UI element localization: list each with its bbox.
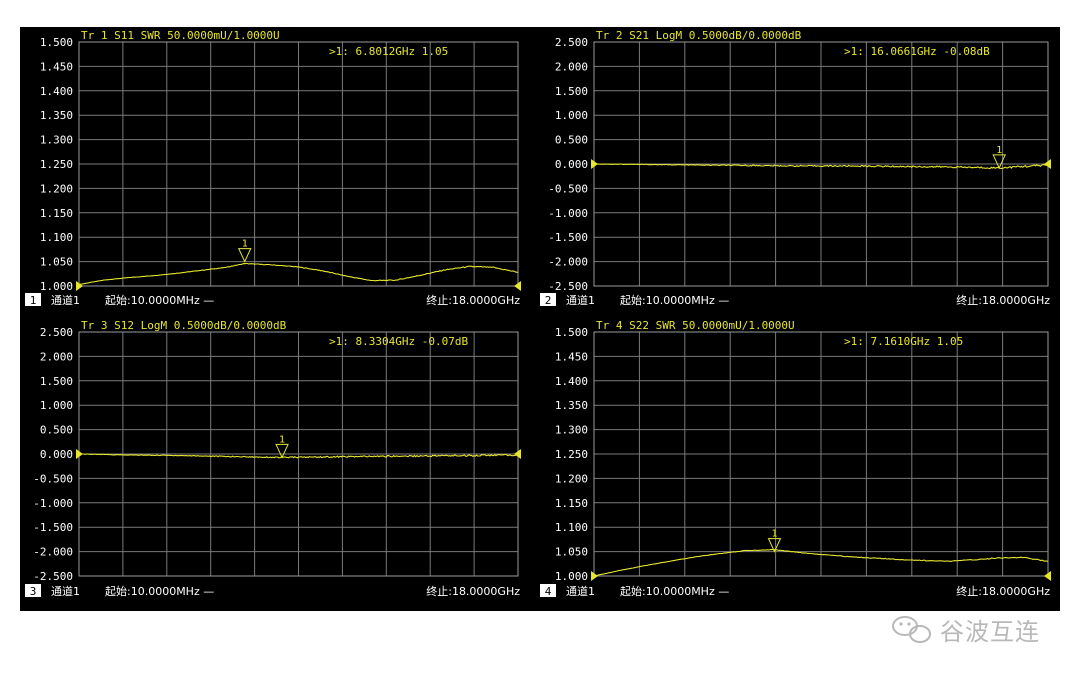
y-tick-label: 2.500 bbox=[40, 326, 73, 339]
y-tick-label: 2.500 bbox=[555, 36, 588, 49]
marker-triangle bbox=[237, 248, 252, 263]
y-tick-label: -2.000 bbox=[33, 546, 73, 559]
marker-label: 1 bbox=[279, 434, 285, 445]
y-tick-label: -1.500 bbox=[548, 231, 588, 244]
y-tick-label: 2.000 bbox=[40, 350, 73, 363]
stop-frequency: 终止:18.0000GHz bbox=[956, 293, 1050, 307]
y-tick-label: 1.100 bbox=[555, 521, 588, 534]
marker-label: 1 bbox=[996, 145, 1002, 156]
y-tick-label: 1.050 bbox=[40, 256, 73, 269]
y-tick-label: 1.250 bbox=[555, 448, 588, 461]
watermark-text: 谷波互连 bbox=[940, 618, 1040, 646]
channel-label: 通道1 bbox=[51, 293, 80, 307]
trace-title: Tr 3 S12 LogM 0.5000dB/0.0000dB bbox=[81, 319, 287, 332]
y-tick-label: 1.500 bbox=[40, 375, 73, 388]
marker-readout: >1: 8.3304GHz -0.07dB bbox=[329, 335, 468, 348]
marker-label: 1 bbox=[242, 239, 248, 250]
panel-number: 2 bbox=[545, 294, 552, 307]
y-tick-label: -1.000 bbox=[33, 497, 73, 510]
y-tick-label: 1.150 bbox=[40, 207, 73, 220]
channel-label: 通道1 bbox=[566, 293, 595, 307]
y-tick-label: 1.000 bbox=[555, 109, 588, 122]
stop-frequency: 终止:18.0000GHz bbox=[426, 584, 520, 598]
y-tick-label: -1.000 bbox=[548, 207, 588, 220]
four-panel-plot: 1.500 1.450 1.400 1.350 1.300 1.250 1.200 1.150… bbox=[25, 29, 1051, 598]
y-tick-label: 1.150 bbox=[555, 497, 588, 510]
y-tick-label: 1.400 bbox=[555, 375, 588, 388]
panel-number: 1 bbox=[30, 294, 37, 307]
y-tick-label: 1.300 bbox=[555, 424, 588, 437]
y-tick-label: -0.500 bbox=[33, 472, 73, 485]
y-tick-label: 1.200 bbox=[40, 182, 73, 195]
y-tick-label: 1.500 bbox=[555, 85, 588, 98]
y-tick-label: 1.250 bbox=[40, 158, 73, 171]
marker-triangle bbox=[992, 154, 1006, 170]
y-tick-label: 0.000 bbox=[555, 158, 588, 171]
y-tick-label: 1.450 bbox=[555, 350, 588, 363]
analyzer-screen: 1.500 1.450 1.400 1.350 1.300 1.250 1.200 1.150… bbox=[20, 27, 1060, 611]
marker-readout: >1: 7.1610GHz 1.05 bbox=[844, 335, 963, 348]
trace-title: Tr 4 S22 SWR 50.0000mU/1.0000U bbox=[596, 319, 795, 332]
y-tick-label: -2.500 bbox=[548, 280, 588, 293]
y-tick-label: 0.500 bbox=[555, 134, 588, 147]
stop-frequency: 终止:18.0000GHz bbox=[956, 584, 1050, 598]
y-tick-label: 1.100 bbox=[40, 231, 73, 244]
y-tick-label: 1.450 bbox=[40, 60, 73, 73]
y-tick-label: 1.300 bbox=[40, 134, 73, 147]
y-tick-label: -0.500 bbox=[548, 182, 588, 195]
y-tick-label: 1.050 bbox=[555, 546, 588, 559]
panel-number: 4 bbox=[545, 585, 552, 598]
start-frequency: 起始:10.0000MHz — bbox=[620, 584, 729, 598]
trace-title: Tr 2 S21 LogM 0.5000dB/0.0000dB bbox=[596, 29, 802, 42]
marker-label: 1 bbox=[771, 529, 777, 540]
marker-readout: >1: 16.0661GHz -0.08dB bbox=[844, 45, 990, 58]
y-tick-label: 1.000 bbox=[40, 280, 73, 293]
y-tick-label: 1.350 bbox=[555, 399, 588, 412]
marker-readout: >1: 6.8012GHz 1.05 bbox=[329, 45, 448, 58]
y-tick-label: 1.000 bbox=[555, 570, 588, 583]
start-frequency: 起始:10.0000MHz — bbox=[620, 293, 729, 307]
y-tick-label: 1.200 bbox=[555, 472, 588, 485]
stop-frequency: 终止:18.0000GHz bbox=[426, 293, 520, 307]
y-tick-label: -2.500 bbox=[33, 570, 73, 583]
y-tick-label: 0.000 bbox=[40, 448, 73, 461]
y-tick-label: -2.000 bbox=[548, 256, 588, 269]
panel-number: 3 bbox=[30, 585, 37, 598]
y-tick-label: 1.350 bbox=[40, 109, 73, 122]
marker-triangle bbox=[275, 443, 289, 459]
start-frequency: 起始:10.0000MHz — bbox=[105, 293, 214, 307]
trace-title: Tr 1 S11 SWR 50.0000mU/1.0000U bbox=[81, 29, 280, 42]
y-tick-label: 0.500 bbox=[40, 424, 73, 437]
y-tick-label: 1.500 bbox=[555, 326, 588, 339]
y-tick-label: 1.500 bbox=[40, 36, 73, 49]
y-tick-label: 1.000 bbox=[40, 399, 73, 412]
y-tick-label: -1.500 bbox=[33, 521, 73, 534]
y-tick-label: 1.400 bbox=[40, 85, 73, 98]
channel-label: 通道1 bbox=[566, 584, 595, 598]
channel-label: 通道1 bbox=[51, 584, 80, 598]
y-tick-label: 2.000 bbox=[555, 60, 588, 73]
start-frequency: 起始:10.0000MHz — bbox=[105, 584, 214, 598]
